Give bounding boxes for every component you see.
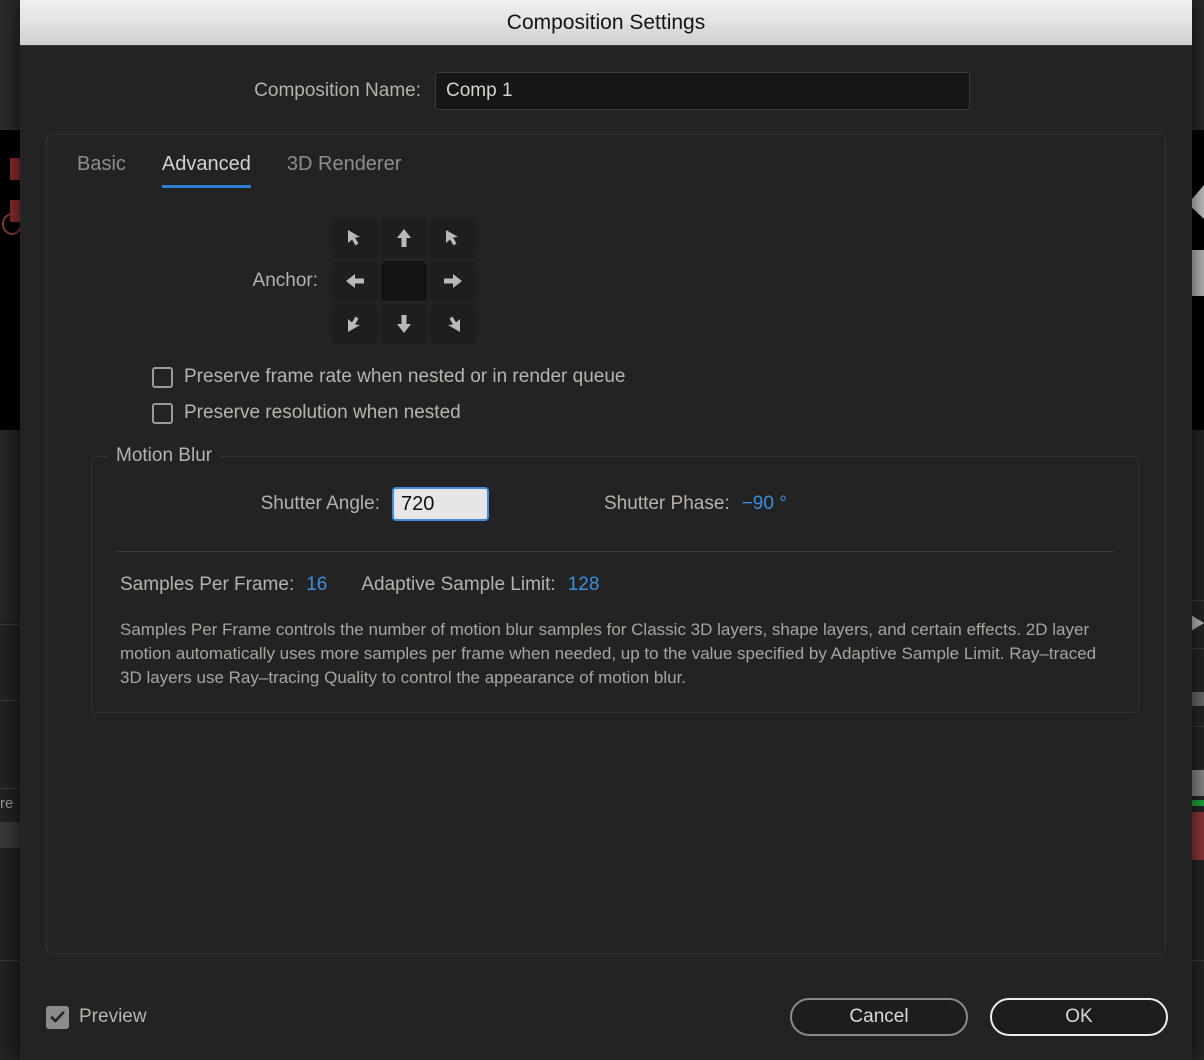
tab-3d-renderer[interactable]: 3D Renderer [287, 153, 402, 188]
samples-per-frame-value[interactable]: 16 [306, 574, 327, 596]
preserve-resolution-row[interactable]: Preserve resolution when nested [152, 402, 1165, 424]
anchor-label: Anchor: [252, 270, 318, 291]
arrow-right-icon [441, 269, 465, 293]
preserve-resolution-label: Preserve resolution when nested [184, 402, 461, 423]
anchor-bottom-right-button[interactable] [430, 304, 476, 344]
anchor-bottom-center-button[interactable] [381, 304, 427, 344]
samples-row: Samples Per Frame: 16 Adaptive Sample Li… [92, 552, 1138, 596]
footer-buttons: Cancel OK [790, 998, 1168, 1036]
background-left-divider [0, 960, 22, 961]
samples-per-frame-label: Samples Per Frame: [120, 574, 295, 595]
preserve-resolution-checkbox[interactable] [152, 402, 173, 424]
shutter-angle-input[interactable] [392, 487, 489, 521]
preserve-frame-rate-checkbox[interactable] [152, 366, 173, 388]
background-left-divider [0, 700, 22, 701]
anchor-center-button[interactable] [381, 261, 427, 301]
arrow-up-right-icon [441, 226, 465, 250]
motion-blur-group: Motion Blur Shutter Angle: Shutter Phase… [91, 445, 1139, 714]
anchor-top-left-button[interactable] [332, 218, 378, 258]
background-left-label: re [0, 795, 14, 812]
anchor-top-center-button[interactable] [381, 218, 427, 258]
preserve-frame-rate-row[interactable]: Preserve frame rate when nested or in re… [152, 366, 1165, 388]
arrow-up-left-icon [343, 226, 367, 250]
shutter-row: Shutter Angle: Shutter Phase: −90 ° [92, 457, 1138, 521]
ok-button[interactable]: OK [990, 998, 1168, 1036]
tab-basic[interactable]: Basic [77, 153, 126, 188]
anchor-grid [332, 218, 476, 344]
adaptive-sample-limit-label: Adaptive Sample Limit: [361, 574, 556, 595]
anchor-top-right-button[interactable] [430, 218, 476, 258]
arrow-down-left-icon [343, 312, 367, 336]
preview-label: Preview [79, 1006, 147, 1027]
composition-settings-dialog: Composition Settings Composition Name: B… [20, 0, 1192, 1060]
tab-advanced[interactable]: Advanced [161, 153, 251, 188]
shutter-angle-label: Shutter Angle: [260, 493, 380, 514]
dialog-title-bar: Composition Settings [20, 0, 1192, 46]
anchor-middle-right-button[interactable] [430, 261, 476, 301]
tab-bar: Basic Advanced 3D Renderer [47, 135, 1165, 188]
adaptive-sample-limit-value[interactable]: 128 [568, 574, 600, 596]
background-left-panel [0, 430, 22, 620]
anchor-row: Anchor: [47, 218, 1165, 344]
dialog-footer: Preview Cancel OK [20, 974, 1192, 1060]
dialog-title: Composition Settings [506, 10, 706, 34]
arrow-left-icon [343, 269, 367, 293]
preview-checkbox[interactable] [46, 1005, 69, 1029]
background-ring-icon [2, 213, 22, 235]
preserve-frame-rate-label: Preserve frame rate when nested or in re… [184, 366, 626, 387]
anchor-middle-left-button[interactable] [332, 261, 378, 301]
background-left-divider [0, 788, 22, 789]
composition-name-row: Composition Name: [20, 46, 1192, 110]
shutter-phase-value[interactable]: −90 ° [742, 493, 787, 515]
background-left-divider [0, 624, 22, 625]
cancel-button[interactable]: Cancel [790, 998, 968, 1036]
background-left-chip [0, 822, 20, 848]
composition-name-input[interactable] [435, 72, 970, 110]
arrow-down-icon [392, 312, 416, 336]
composition-name-label: Composition Name: [254, 80, 421, 101]
arrow-down-right-icon [441, 312, 465, 336]
motion-blur-description: Samples Per Frame controls the number of… [120, 620, 1097, 688]
anchor-bottom-left-button[interactable] [332, 304, 378, 344]
arrow-up-icon [392, 226, 416, 250]
motion-blur-legend: Motion Blur [108, 445, 221, 467]
shutter-phase-label: Shutter Phase: [604, 493, 730, 514]
checkmark-icon [49, 1009, 66, 1026]
settings-tab-panel: Basic Advanced 3D Renderer Anchor: Prese… [46, 134, 1166, 954]
preview-row[interactable]: Preview [46, 1005, 147, 1029]
